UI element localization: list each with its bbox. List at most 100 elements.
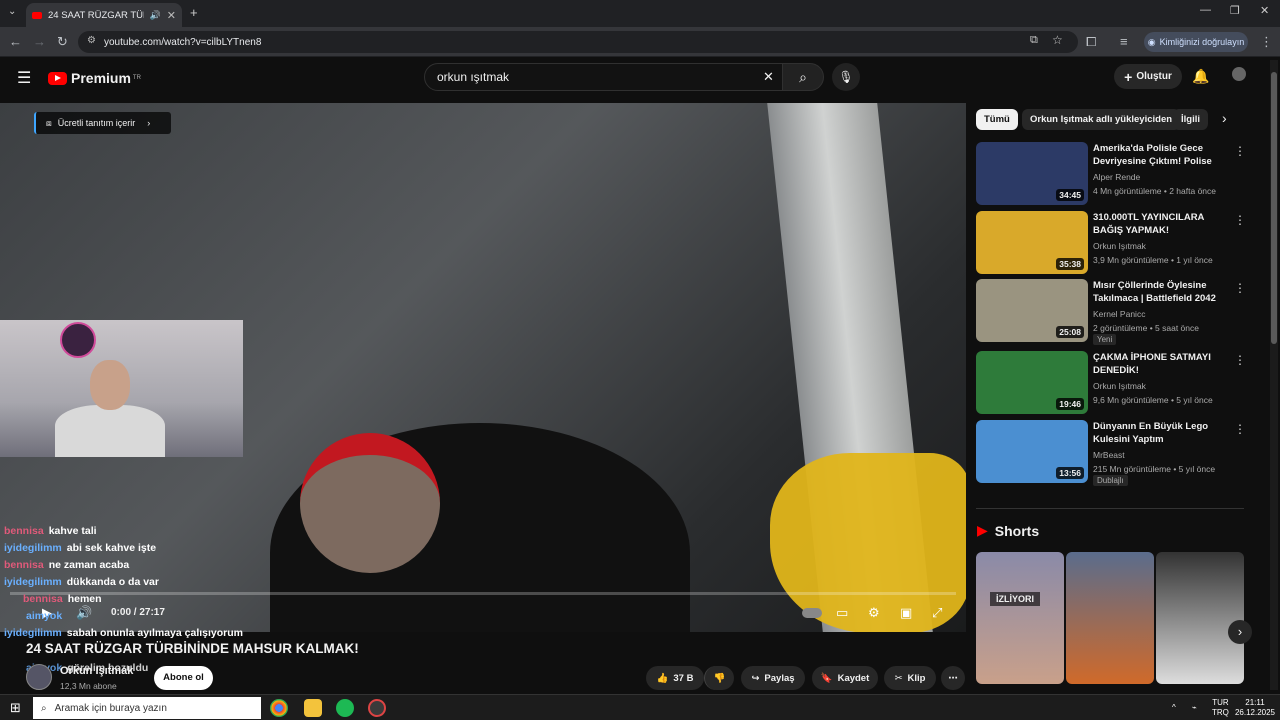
channel-avatar[interactable] <box>26 664 52 690</box>
tab-close-icon[interactable]: ✕ <box>167 9 176 22</box>
recommendation-item[interactable]: 34:45 Amerika'da Polisle Gece Devriyesin… <box>976 142 1256 206</box>
rec-title[interactable]: 310.000TL YAYINCILARA BAĞIŞ YAPMAK! <box>1093 211 1229 237</box>
video-thumbnail[interactable]: 35:38 <box>976 211 1088 274</box>
fullscreen-icon[interactable]: ⤢ <box>932 605 942 621</box>
account-avatar[interactable] <box>1232 67 1246 81</box>
rec-channel[interactable]: Orkun Işıtmak <box>1093 381 1146 391</box>
rec-title[interactable]: Dünyanın En Büyük Lego Kulesini Yaptım <box>1093 420 1229 446</box>
like-count: 37 B <box>673 672 694 684</box>
divider <box>976 508 1244 509</box>
kebab-menu-icon[interactable]: ⋮ <box>1234 353 1246 367</box>
bookmark-star-icon[interactable]: ☆ <box>1052 33 1063 47</box>
rec-channel[interactable]: Kernel Panicc <box>1093 309 1145 319</box>
subscribe-button[interactable]: Abone ol <box>154 666 213 690</box>
chat-message: bennisa ne zaman acaba <box>4 559 129 571</box>
channel-name[interactable]: Orkun Işıtmak <box>60 665 133 677</box>
minimize-icon[interactable]: — <box>1200 4 1211 16</box>
spotify-icon[interactable] <box>336 699 354 717</box>
plus-icon: + <box>1124 68 1133 85</box>
create-button[interactable]: + Oluştur <box>1114 64 1182 89</box>
settings-gear-icon[interactable]: ⚙ <box>868 605 880 621</box>
dislike-button[interactable]: 👎 <box>704 666 734 690</box>
kebab-menu-icon[interactable]: ⋮ <box>1234 144 1246 158</box>
windows-start-icon[interactable]: ⊞ <box>10 700 21 716</box>
recommendation-item[interactable]: 25:08 Mısır Çöllerinde Öylesine Takılmac… <box>976 279 1256 345</box>
kebab-menu-icon[interactable]: ⋮ <box>1234 281 1246 295</box>
chip-uploader[interactable]: Orkun Işıtmak adlı yükleyiciden <box>1022 109 1181 130</box>
obs-icon[interactable] <box>368 699 386 717</box>
rec-title[interactable]: Mısır Çöllerinde Öylesine Takılmaca | Ba… <box>1093 279 1229 305</box>
chrome-taskbar-icon[interactable] <box>270 699 288 717</box>
video-thumbnail[interactable]: 34:45 <box>976 142 1088 205</box>
recommendation-item[interactable]: 35:38 310.000TL YAYINCILARA BAĞIŞ YAPMAK… <box>976 211 1256 275</box>
search-input[interactable]: orkun ışıtmak ✕ <box>424 63 784 91</box>
reading-list-icon[interactable]: ≡ <box>1120 34 1128 49</box>
bookmark-icon: 🔖 <box>820 672 833 684</box>
new-tab-icon[interactable]: + <box>190 5 198 20</box>
rec-channel[interactable]: MrBeast <box>1093 450 1125 460</box>
taskbar-search[interactable]: ⌕ Aramak için buraya yazın <box>33 697 261 719</box>
chip-all[interactable]: Tümü <box>976 109 1018 130</box>
rec-channel[interactable]: Alper Rende <box>1093 172 1140 182</box>
video-thumbnail[interactable]: 13:56 <box>976 420 1088 483</box>
shorts-next-icon[interactable]: › <box>1228 620 1252 644</box>
notifications-bell-icon[interactable]: 🔔 <box>1192 68 1209 85</box>
chat-text: dükkanda o da var <box>66 576 159 588</box>
share-label: Paylaş <box>764 672 795 684</box>
file-explorer-icon[interactable] <box>304 699 322 717</box>
profile-verify-button[interactable]: ◉ Kimliğinizi doğrulayın <box>1144 32 1248 52</box>
short-item[interactable] <box>1156 552 1244 684</box>
network-icon[interactable]: ⌁ <box>1192 703 1197 713</box>
paid-promotion-badge[interactable]: ⧈ Ücretli tanıtım içerir › <box>34 112 171 134</box>
streamer-webcam-overlay <box>0 320 243 457</box>
browser-tab[interactable]: 24 SAAT RÜZGAR TÜRBİNİ 🔊 ✕ <box>26 3 182 27</box>
save-button[interactable]: 🔖 Kaydet <box>812 666 878 690</box>
tab-search-icon[interactable]: ⌄ <box>8 6 16 17</box>
progress-bar[interactable] <box>10 592 956 595</box>
back-icon[interactable]: ← <box>9 34 22 49</box>
search-button[interactable]: ⌕ <box>782 63 824 91</box>
browser-menu-icon[interactable]: ⋮ <box>1260 34 1273 50</box>
create-label: Oluştur <box>1136 71 1172 82</box>
volume-icon[interactable]: 🔊 <box>76 605 92 621</box>
page-scrollbar[interactable] <box>1270 60 1278 690</box>
hamburger-menu-icon[interactable]: ☰ <box>17 68 31 88</box>
url-field[interactable]: ⚙ youtube.com/watch?v=cilbLYTnen8 ⧉ ☆ <box>78 31 1078 53</box>
rec-meta: 2 görüntüleme • 5 saat önce <box>1093 323 1199 333</box>
window-close-icon[interactable]: ✕ <box>1260 4 1269 17</box>
more-actions-button[interactable]: ⋯ <box>941 666 965 690</box>
subtitles-icon[interactable]: ▭ <box>836 605 848 621</box>
like-button[interactable]: 👍 37 B <box>646 666 704 690</box>
chips-next-icon[interactable]: › <box>1222 110 1227 126</box>
short-item[interactable]: İZLİYORI <box>976 552 1064 684</box>
autoplay-toggle[interactable] <box>802 608 822 618</box>
theater-mode-icon[interactable]: ▣ <box>900 605 912 621</box>
forward-icon[interactable]: → <box>33 34 46 49</box>
voice-search-button[interactable]: 🎙 <box>832 63 860 91</box>
cast-icon[interactable]: ⧉ <box>1030 34 1038 47</box>
video-thumbnail[interactable]: 25:08 <box>976 279 1088 342</box>
clear-search-icon[interactable]: ✕ <box>763 69 774 85</box>
kebab-menu-icon[interactable]: ⋮ <box>1234 422 1246 436</box>
short-item[interactable] <box>1066 552 1154 684</box>
reload-icon[interactable]: ↻ <box>57 34 68 50</box>
youtube-premium-logo[interactable]: Premium TR <box>48 70 141 86</box>
site-info-icon[interactable]: ⚙ <box>87 35 96 46</box>
clock[interactable]: 21:11 26.12.2025 <box>1234 698 1276 718</box>
rec-channel[interactable]: Orkun Işıtmak <box>1093 241 1146 251</box>
recommendation-item[interactable]: 19:46 ÇAKMA İPHONE SATMAYI DENEDİK! Orku… <box>976 351 1256 415</box>
language-indicator[interactable]: TUR TRQ <box>1212 698 1229 718</box>
kebab-menu-icon[interactable]: ⋮ <box>1234 213 1246 227</box>
rec-title[interactable]: ÇAKMA İPHONE SATMAYI DENEDİK! <box>1093 351 1229 377</box>
clip-button[interactable]: ✂ Klip <box>884 666 936 690</box>
recommendation-item[interactable]: 13:56 Dünyanın En Büyük Lego Kulesini Ya… <box>976 420 1256 486</box>
extensions-icon[interactable]: ⧠ <box>1086 34 1096 50</box>
share-button[interactable]: ↪ Paylaş <box>741 666 805 690</box>
restore-icon[interactable]: ❐ <box>1230 4 1240 17</box>
tray-chevron-icon[interactable]: ^ <box>1172 703 1176 713</box>
video-thumbnail[interactable]: 19:46 <box>976 351 1088 414</box>
rec-title[interactable]: Amerika'da Polisle Gece Devriyesine Çıkt… <box>1093 142 1229 168</box>
taskbar-search-placeholder: Aramak için buraya yazın <box>54 702 167 714</box>
chip-related[interactable]: İlgili <box>1173 109 1208 130</box>
video-title: 24 SAAT RÜZGAR TÜRBİNİNDE MAHSUR KALMAK! <box>26 641 359 656</box>
